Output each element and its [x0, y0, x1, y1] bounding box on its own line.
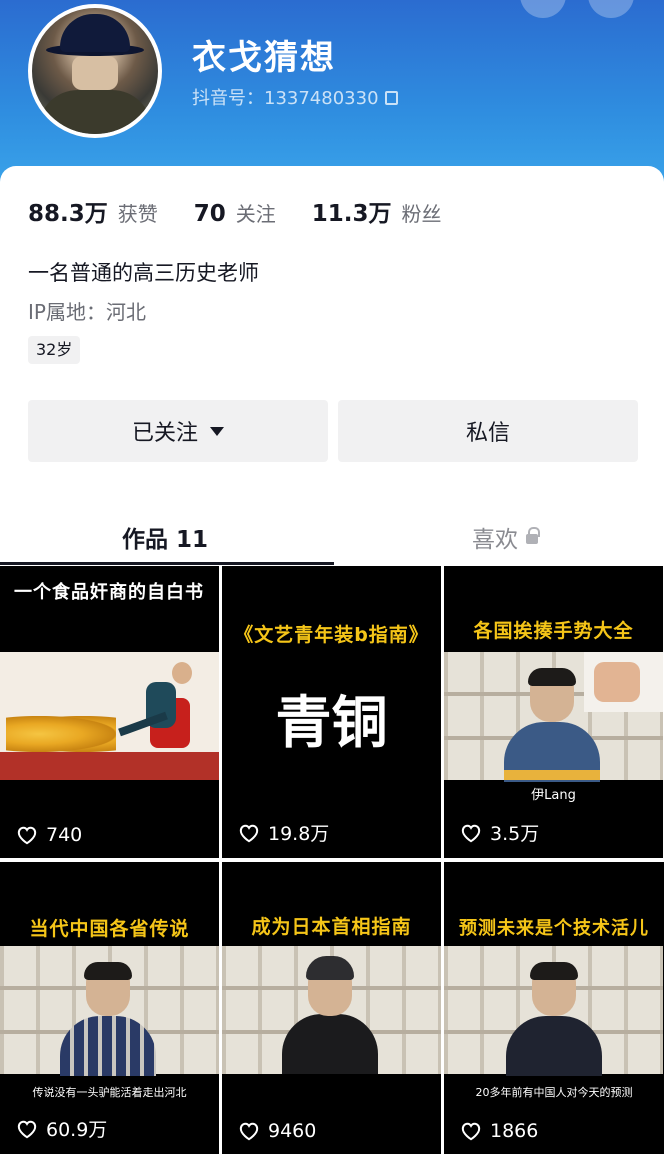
video-thumbnail: [444, 652, 663, 782]
video-likes: 3.5万: [460, 819, 539, 846]
stat-followers[interactable]: 11.3万 粉丝: [312, 194, 442, 228]
video-likes-count: 19.8万: [268, 823, 330, 845]
video-thumbnail: [0, 652, 219, 780]
profile-tabs: 作品 11 喜欢: [0, 508, 664, 566]
stat-following-count: 70: [193, 201, 226, 227]
stat-followers-label: 粉丝: [401, 202, 442, 226]
followed-button-label: 已关注: [131, 421, 198, 446]
stat-followers-count: 11.3万: [311, 201, 392, 227]
tab-works-label: 作品 11: [122, 527, 209, 553]
video-title: 一个食品奸商的自白书: [14, 582, 204, 603]
video-subtitle: 伊Lang: [531, 788, 576, 803]
video-likes-count: 1866: [490, 1120, 539, 1142]
header-dot-decoration: [520, 0, 566, 18]
video-card[interactable]: 《文艺青年装b指南》 青铜 19.8万: [222, 566, 441, 858]
video-likes-count: 740: [46, 824, 83, 846]
video-likes: 1866: [460, 1120, 538, 1142]
video-grid: 一个食品奸商的自白书 740 《文艺青年装b指南》 青铜 19.8万 各国挨揍手…: [0, 566, 664, 1154]
caret-down-icon: [210, 426, 224, 436]
stat-likes-label: 获赞: [117, 202, 158, 226]
followed-button[interactable]: 已关注: [28, 400, 328, 462]
video-big-text: 青铜: [275, 691, 388, 756]
ip-location: IP属地：河北: [28, 300, 146, 324]
heart-icon: [239, 824, 259, 842]
video-title: 成为日本首相指南: [251, 916, 412, 938]
heart-icon: [17, 826, 37, 845]
video-likes-count: 60.9万: [46, 1119, 108, 1141]
header-dot-decoration: [588, 0, 634, 18]
heart-icon: [239, 1122, 259, 1141]
video-title: 各国挨揍手势大全: [473, 620, 634, 642]
video-likes-count: 9460: [268, 1120, 317, 1142]
video-likes: 740: [16, 824, 82, 846]
profile-bio: 一名普通的高三历史老师: [28, 261, 259, 285]
video-thumbnail: [444, 946, 664, 1076]
video-card[interactable]: 各国挨揍手势大全 伊Lang 3.5万: [444, 566, 663, 858]
video-card[interactable]: 一个食品奸商的自白书 740: [0, 566, 219, 858]
douyin-id[interactable]: 抖音号：1337480330: [192, 84, 398, 110]
message-button-label: 私信: [465, 421, 510, 446]
video-title: 预测未来是个技术活儿: [459, 918, 649, 939]
stat-following-label: 关注: [235, 202, 276, 226]
video-likes: 9460: [238, 1120, 316, 1142]
profile-name: 衣戈猜想: [192, 38, 336, 78]
tab-likes[interactable]: 喜欢: [472, 508, 540, 566]
tab-likes-label: 喜欢: [472, 527, 518, 553]
video-card[interactable]: 预测未来是个技术活儿 20多年前有中国人对今天的预测 1866: [444, 862, 664, 1154]
video-likes-count: 3.5万: [490, 823, 540, 845]
video-subtitle: 20多年前有中国人对今天的预测: [475, 1086, 633, 1099]
message-button[interactable]: 私信: [338, 400, 638, 462]
lock-icon: [526, 527, 540, 544]
age-badge: 32岁: [28, 336, 81, 364]
stat-likes[interactable]: 88.3万 获赞: [28, 194, 158, 228]
video-subtitle: 传说没有一头驴能活着走出河北: [32, 1086, 187, 1099]
video-title: 《文艺青年装b指南》: [234, 624, 429, 646]
heart-icon: [461, 824, 481, 842]
stat-likes-count: 88.3万: [28, 201, 108, 227]
profile-stats: 88.3万 获赞 70 关注 11.3万 粉丝: [28, 194, 478, 228]
tab-active-indicator: [0, 562, 334, 565]
tab-works[interactable]: 作品 11: [122, 508, 208, 566]
video-likes: 19.8万: [238, 819, 329, 846]
video-card[interactable]: 成为日本首相指南 9460: [222, 862, 441, 1154]
video-thumbnail: [222, 946, 441, 1074]
copy-icon[interactable]: [384, 91, 398, 105]
video-title: 当代中国各省传说: [29, 918, 190, 940]
heart-icon: [461, 1122, 481, 1141]
video-likes: 60.9万: [16, 1115, 107, 1142]
stat-following[interactable]: 70 关注: [194, 198, 276, 227]
avatar[interactable]: [28, 4, 162, 138]
heart-icon: [17, 1120, 37, 1138]
video-card[interactable]: 当代中国各省传说 传说没有一头驴能活着走出河北 60.9万: [0, 862, 219, 1154]
video-thumbnail: [0, 946, 219, 1076]
douyin-id-text: 抖音号：1337480330: [192, 88, 379, 109]
